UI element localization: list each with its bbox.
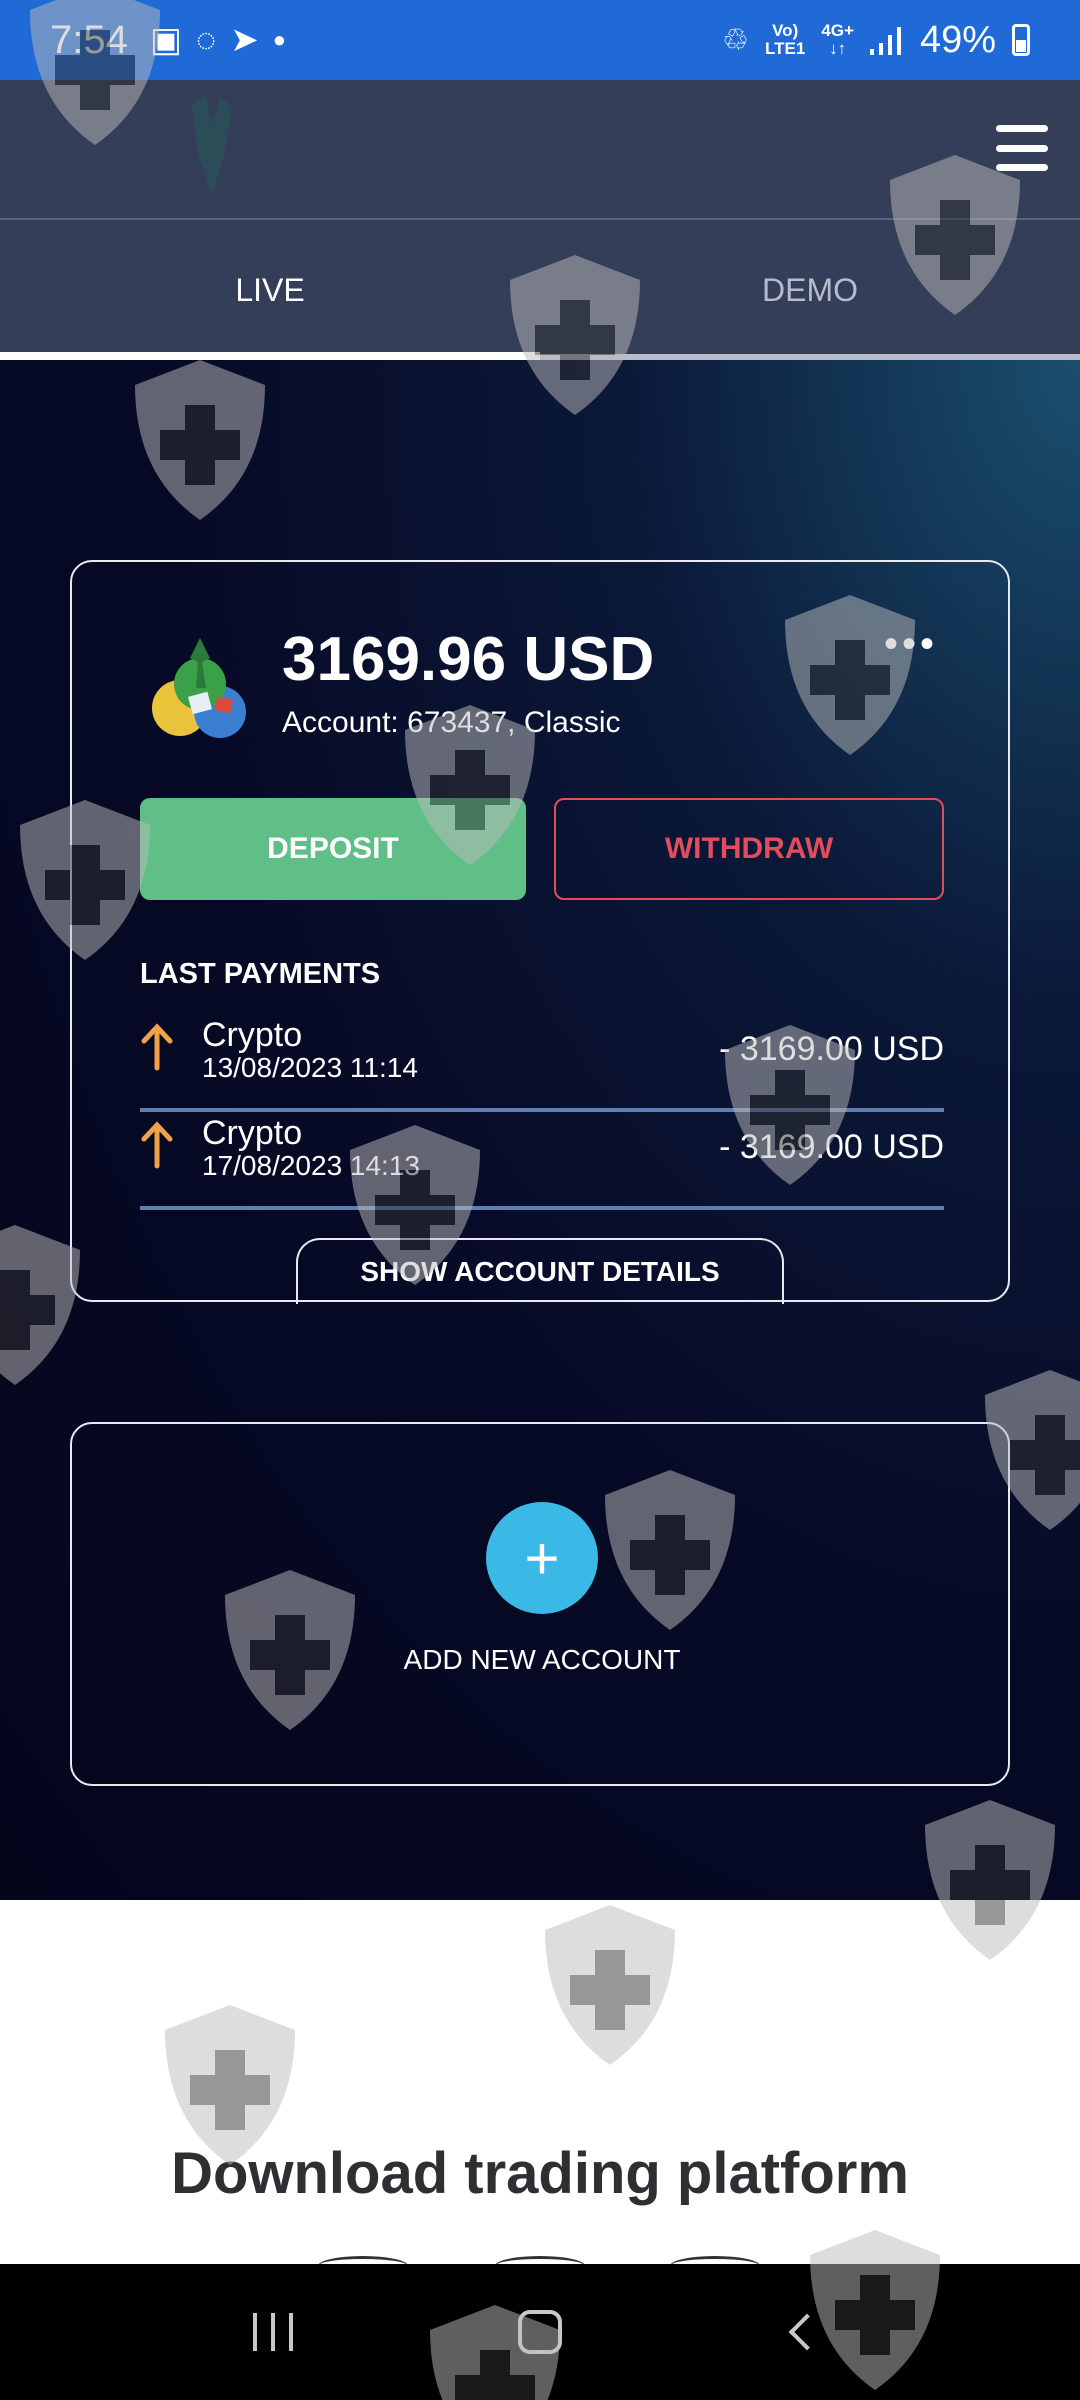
- tab-demo-label: DEMO: [762, 271, 858, 308]
- account-balance: 3169.96 USD: [282, 625, 655, 694]
- status-time: 7:54: [50, 17, 128, 62]
- tab-live[interactable]: LIVE: [0, 220, 540, 360]
- back-button[interactable]: [762, 2287, 852, 2377]
- withdraw-button[interactable]: WITHDRAW: [554, 798, 944, 900]
- add-account-card[interactable]: + ADD NEW ACCOUNT: [70, 1422, 1010, 1786]
- system-navigation-bar: [0, 2264, 1080, 2400]
- arrow-up-icon: [141, 1023, 173, 1071]
- add-account-label[interactable]: ADD NEW ACCOUNT: [72, 1644, 1012, 1676]
- download-section: Download trading platform: [0, 1900, 1080, 2266]
- arrow-up-icon: [141, 1121, 173, 1169]
- whatsapp-icon: ◌: [195, 20, 217, 59]
- tab-active-indicator: [0, 352, 540, 360]
- add-account-plus-icon[interactable]: +: [486, 1502, 598, 1614]
- home-button[interactable]: [495, 2287, 585, 2377]
- payment-date: 13/08/2023 11:14: [202, 1052, 418, 1083]
- volte-indicator: Vo) LTE1: [765, 21, 806, 58]
- brand-logo-icon: [192, 95, 232, 195]
- show-account-details-button[interactable]: SHOW ACCOUNT DETAILS: [296, 1238, 784, 1304]
- account-value: 673437, Classic: [407, 706, 621, 739]
- recent-apps-icon: [253, 2313, 294, 2351]
- payment-amount: - 3169.00 USD: [719, 1030, 944, 1068]
- app-header: [0, 80, 1080, 220]
- data-saver-icon: ♲: [722, 23, 750, 57]
- screen: { "status_bar": { "time": "7:54", "netwo…: [0, 0, 1080, 2400]
- recent-apps-button[interactable]: [228, 2287, 318, 2377]
- hamburger-menu-icon[interactable]: [996, 125, 1048, 171]
- account-card: 3169.96 USD Account: 673437, Classic •••…: [70, 560, 1010, 1304]
- payment-method: Crypto: [202, 1114, 303, 1152]
- payment-date: 17/08/2023 14:13: [202, 1150, 420, 1181]
- download-heading: Download trading platform: [171, 2141, 909, 2206]
- account-label: Account:: [282, 706, 399, 739]
- signal-icon: [869, 27, 901, 55]
- notification-icons: ▣ ◌ ➤ ●: [150, 20, 286, 60]
- battery-icon: [1012, 24, 1030, 56]
- metatrader-logo-icon: [152, 638, 246, 738]
- system-icons: ♲ Vo) LTE1 4G+ ↓↑ 49%: [722, 19, 1030, 62]
- telegram-icon: ➤: [230, 21, 259, 59]
- back-icon: [788, 2313, 826, 2351]
- gallery-icon: ▣: [149, 21, 182, 59]
- account-tabs: LIVE DEMO: [0, 220, 1080, 360]
- status-bar: 7:54 ▣ ◌ ➤ ● ♲ Vo) LTE1 4G+ ↓↑ 49%: [0, 0, 1080, 80]
- payment-row: Crypto 17/08/2023 14:13 - 3169.00 USD: [140, 1112, 944, 1210]
- last-payments-heading: LAST PAYMENTS: [140, 958, 381, 990]
- tab-live-label: LIVE: [235, 271, 305, 308]
- payment-method: Crypto: [202, 1016, 303, 1054]
- battery-percent: 49%: [919, 18, 996, 61]
- payment-amount: - 3169.00 USD: [719, 1128, 944, 1166]
- home-icon: [517, 2310, 562, 2354]
- deposit-button[interactable]: DEPOSIT: [140, 798, 526, 900]
- more-options-icon[interactable]: •••: [884, 624, 938, 664]
- dot-icon: ●: [272, 27, 286, 52]
- account-info: Account: 673437, Classic: [282, 706, 621, 740]
- payment-row: Crypto 13/08/2023 11:14 - 3169.00 USD: [140, 1014, 944, 1112]
- tab-demo[interactable]: DEMO: [540, 220, 1080, 360]
- network-type-indicator: 4G+ ↓↑: [821, 21, 854, 58]
